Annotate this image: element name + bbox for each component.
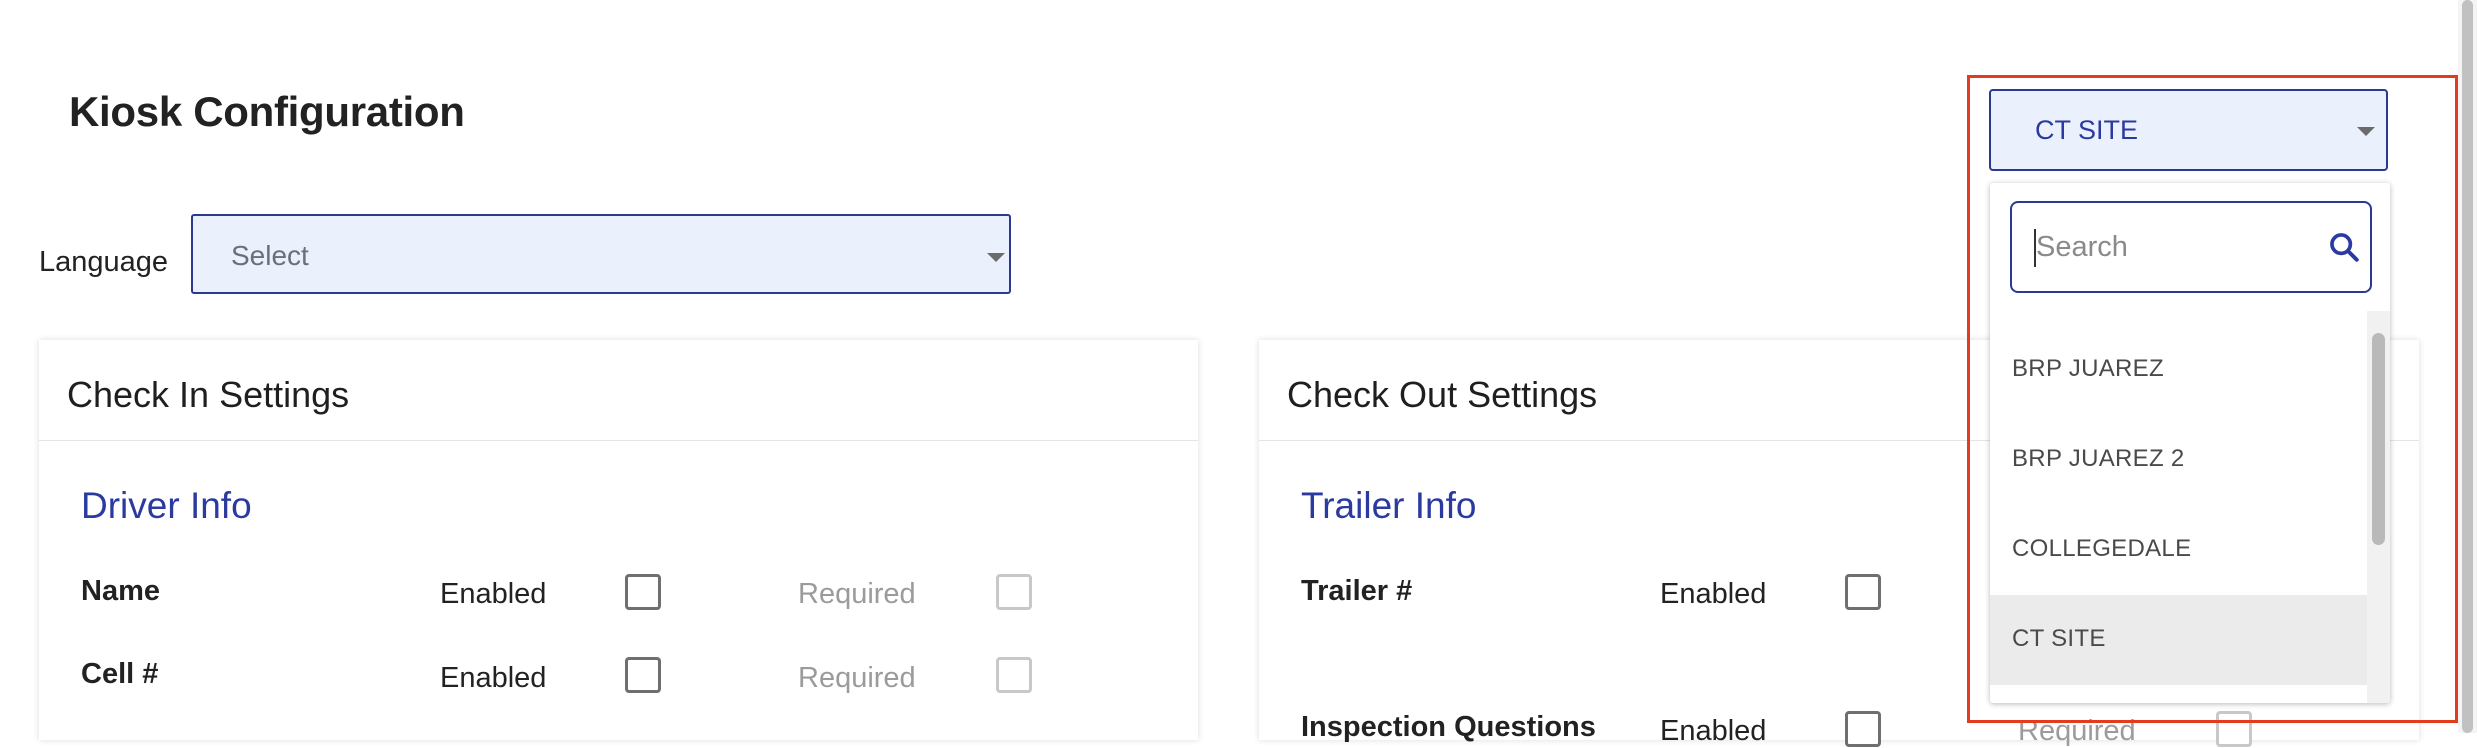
check-in-card: Check In Settings Driver Info Name Enabl… <box>39 340 1198 740</box>
language-select[interactable]: Select <box>191 214 1011 294</box>
language-label: Language <box>39 246 169 278</box>
name-label: Name <box>81 575 160 607</box>
trailer-info-heading: Trailer Info <box>1301 485 1477 526</box>
inspection-questions-enabled-checkbox[interactable] <box>1845 711 1881 747</box>
cell-enabled-label: Enabled <box>440 662 547 694</box>
cell-required-checkbox[interactable] <box>996 657 1032 693</box>
inspection-questions-enabled-label: Enabled <box>1660 715 1767 747</box>
name-required-checkbox[interactable] <box>996 574 1032 610</box>
name-required-label: Required <box>798 578 916 610</box>
page-scrollbar[interactable] <box>2458 0 2477 733</box>
trailer-number-label: Trailer # <box>1301 575 1413 607</box>
check-out-title: Check Out Settings <box>1287 374 1598 415</box>
check-in-card-header: Check In Settings <box>39 340 1198 441</box>
page-title: Kiosk Configuration <box>69 88 465 135</box>
highlight-box <box>1967 75 2458 723</box>
language-select-value: Select <box>231 240 309 271</box>
chevron-down-icon <box>987 253 1005 262</box>
cell-label: Cell # <box>81 658 159 690</box>
trailer-number-enabled-label: Enabled <box>1660 578 1767 610</box>
name-enabled-label: Enabled <box>440 578 547 610</box>
trailer-number-enabled-checkbox[interactable] <box>1845 574 1881 610</box>
page-scrollbar-thumb[interactable] <box>2462 0 2473 733</box>
check-in-title: Check In Settings <box>67 374 350 415</box>
cell-required-label: Required <box>798 662 916 694</box>
name-enabled-checkbox[interactable] <box>625 574 661 610</box>
inspection-questions-label: Inspection Questions <box>1301 711 1596 743</box>
cell-enabled-checkbox[interactable] <box>625 657 661 693</box>
driver-info-heading: Driver Info <box>81 485 252 526</box>
